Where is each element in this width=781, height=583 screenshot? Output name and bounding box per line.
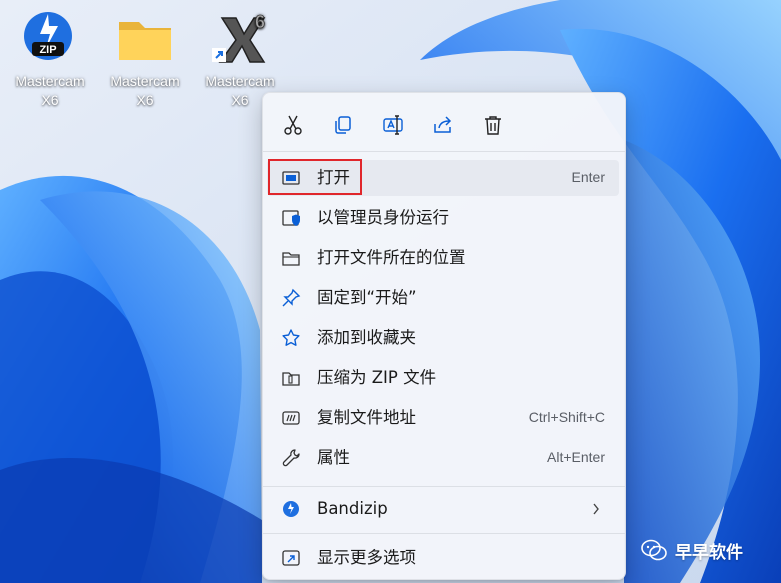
- desktop-icon-zip[interactable]: ZIP Mastercam X6: [5, 8, 95, 110]
- menu-item-properties[interactable]: 属性 Alt+Enter: [267, 440, 619, 476]
- menu-divider: [263, 151, 625, 152]
- menu-item-label: 添加到收藏夹: [317, 328, 416, 347]
- trash-icon: [485, 116, 501, 135]
- menu-item-label: 属性: [317, 448, 350, 467]
- wechat-icon: [641, 539, 667, 561]
- menu-item-label: Bandizip: [317, 499, 388, 518]
- menu-item-compress-zip[interactable]: 压缩为 ZIP 文件: [267, 360, 619, 396]
- menu-item-shortcut: Enter: [571, 169, 605, 185]
- menu-item-bandizip[interactable]: Bandizip: [267, 491, 619, 527]
- menu-item-pin-to-start[interactable]: 固定到“开始”: [267, 280, 619, 316]
- pin-icon: [281, 288, 301, 308]
- chevron-right-icon: [593, 503, 599, 515]
- more-options-icon: [281, 548, 301, 568]
- share-icon: [434, 116, 452, 133]
- share-button[interactable]: [425, 107, 461, 143]
- scissors-icon: [284, 115, 302, 135]
- menu-divider: [263, 533, 625, 534]
- rename-button[interactable]: [375, 107, 411, 143]
- watermark-text: 早早软件: [675, 542, 743, 563]
- watermark: 早早软件: [641, 537, 743, 563]
- menu-item-shortcut: Alt+Enter: [547, 449, 605, 465]
- menu-item-label: 以管理员身份运行: [317, 208, 449, 227]
- desktop-icon-label: Mastercam X6: [15, 73, 85, 108]
- star-icon: [281, 328, 301, 348]
- quick-action-bar: [263, 107, 625, 143]
- menu-item-shortcut: Ctrl+Shift+C: [528, 409, 605, 425]
- menu-item-copy-path[interactable]: 复制文件地址 Ctrl+Shift+C: [267, 400, 619, 436]
- cut-button[interactable]: [275, 107, 311, 143]
- menu-item-label: 复制文件地址: [317, 408, 416, 427]
- mastercam-x6-icon: 6: [208, 8, 272, 68]
- menu-item-run-as-admin[interactable]: 以管理员身份运行: [267, 200, 619, 236]
- rename-icon: [383, 115, 403, 135]
- menu-item-label: 打开文件所在的位置: [317, 248, 466, 267]
- delete-button[interactable]: [475, 107, 511, 143]
- svg-text:ZIP: ZIP: [39, 44, 56, 56]
- zip-archive-icon: [281, 368, 301, 388]
- copy-button[interactable]: [325, 107, 361, 143]
- copy-path-icon: [281, 408, 301, 428]
- bandizip-icon: [281, 499, 301, 519]
- zip-file-icon: ZIP: [18, 8, 82, 68]
- desktop-icon-label: Mastercam X6: [110, 73, 180, 108]
- desktop-icon-folder[interactable]: Mastercam X6: [100, 8, 190, 110]
- menu-item-show-more[interactable]: 显示更多选项: [267, 540, 619, 576]
- menu-item-label: 固定到“开始”: [317, 288, 417, 307]
- copy-icon: [335, 116, 351, 134]
- highlight-annotation-box: [268, 159, 362, 195]
- menu-item-add-favorites[interactable]: 添加到收藏夹: [267, 320, 619, 356]
- folder-icon: [113, 8, 177, 68]
- folder-open-icon: [281, 248, 301, 268]
- menu-item-open-location[interactable]: 打开文件所在的位置: [267, 240, 619, 276]
- menu-divider: [263, 486, 625, 487]
- menu-item-label: 显示更多选项: [317, 548, 416, 567]
- menu-item-label: 压缩为 ZIP 文件: [317, 368, 437, 387]
- wrench-icon: [281, 448, 301, 468]
- admin-shield-icon: [281, 208, 301, 228]
- svg-text:6: 6: [255, 12, 265, 32]
